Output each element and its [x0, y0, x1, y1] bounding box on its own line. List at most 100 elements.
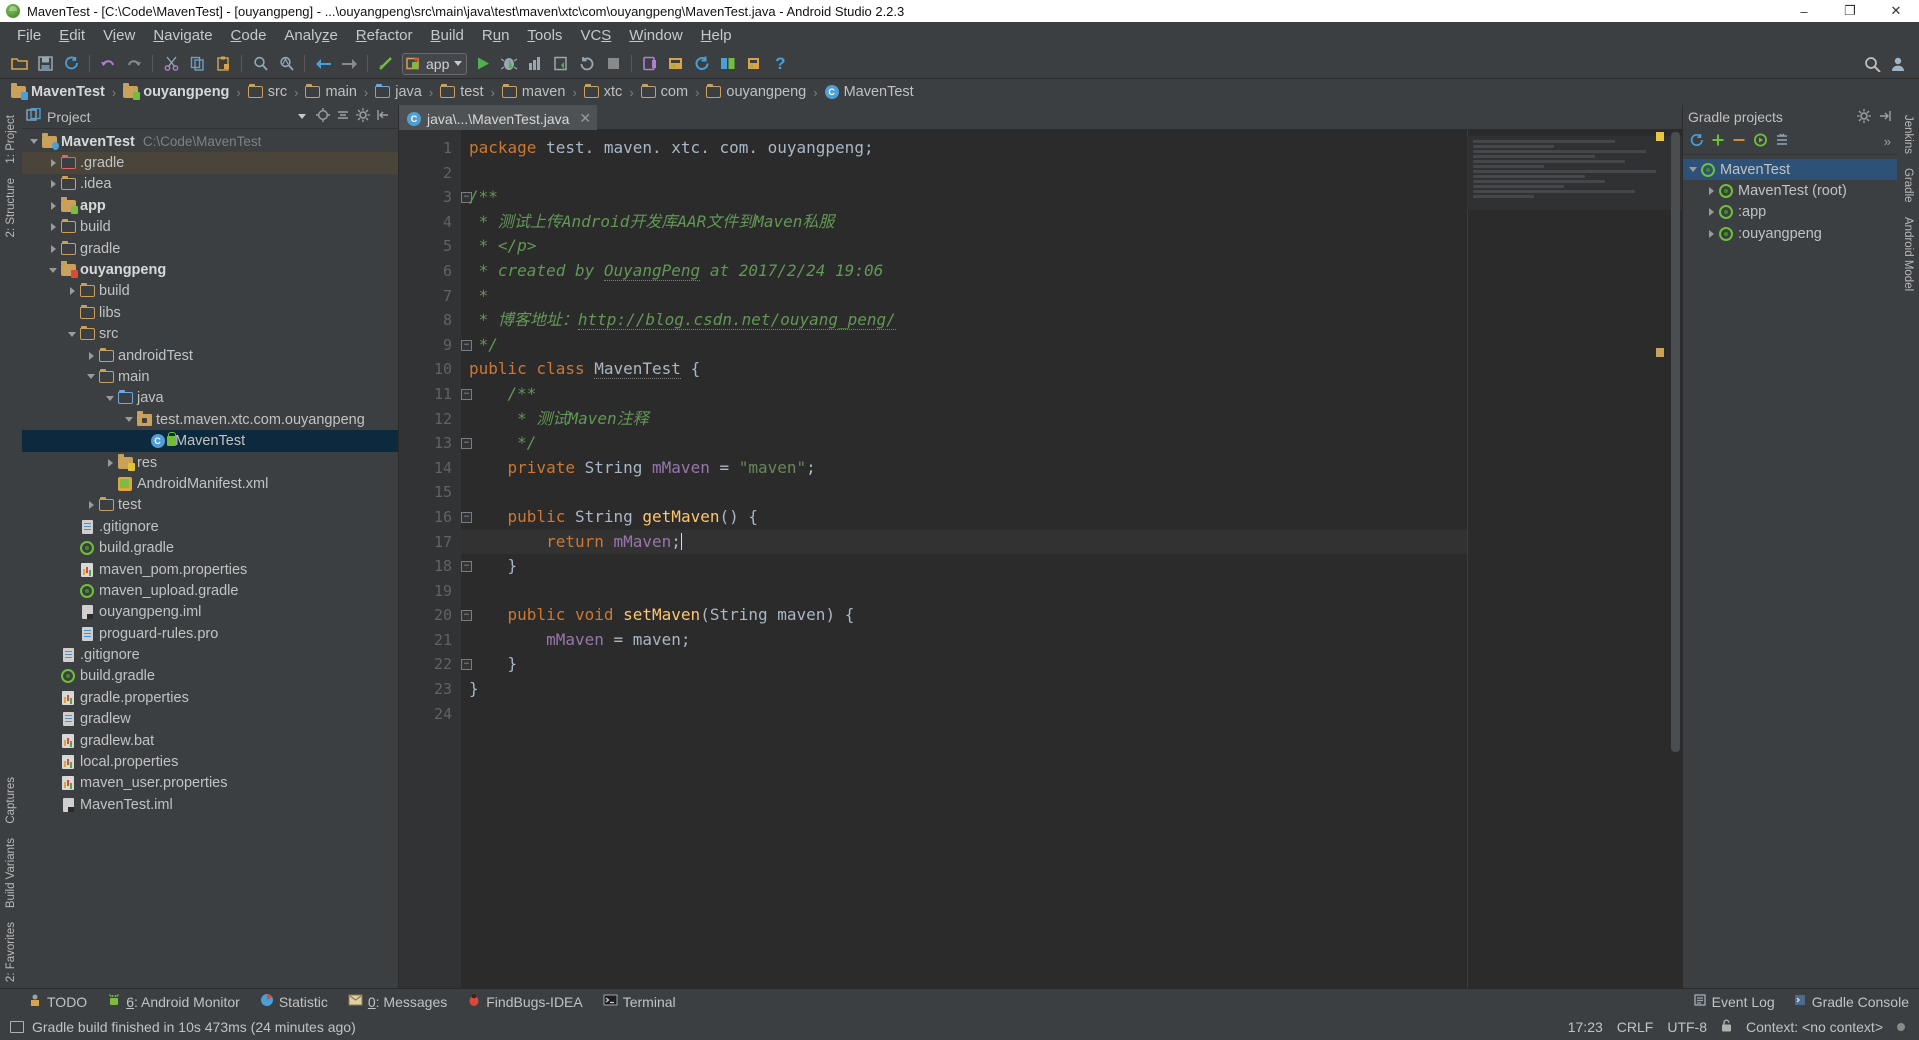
avd-manager-icon[interactable]	[637, 52, 663, 76]
sdk-manager-icon[interactable]	[663, 52, 689, 76]
breadcrumb-item-java[interactable]: java	[372, 84, 425, 100]
tool-window-messages[interactable]: 0: Messages	[348, 993, 447, 1010]
open-folder-icon[interactable]	[6, 52, 32, 76]
tree-node-maven-user-properties[interactable]: maven_user.properties	[22, 773, 398, 794]
tool-window-findbugs[interactable]: FindBugs-IDEA	[467, 993, 583, 1010]
menu-item-window[interactable]: Window	[620, 24, 691, 47]
menu-item-refactor[interactable]: Refactor	[347, 24, 422, 47]
refresh-icon[interactable]	[1689, 133, 1704, 151]
breadcrumb-item-maventest[interactable]: MavenTest	[8, 83, 108, 100]
menu-item-help[interactable]: Help	[692, 24, 741, 47]
encoding[interactable]: UTF-8	[1667, 1019, 1707, 1035]
line-separator[interactable]: CRLF	[1617, 1019, 1654, 1035]
tool-button-android-model[interactable]: Android Model	[1900, 211, 1916, 297]
gutter-line-number[interactable]: 20−	[399, 603, 472, 628]
unlocked-icon[interactable]	[1721, 1019, 1732, 1035]
gutter-line-number[interactable]: 13−	[399, 431, 472, 456]
tree-node-maventest[interactable]: MavenTest C:\Code\MavenTest	[22, 131, 398, 152]
sync-refresh-icon[interactable]	[58, 52, 84, 76]
gutter-line-number[interactable]: 5	[399, 234, 461, 259]
add-icon[interactable]	[1711, 133, 1725, 151]
tool-button-captures[interactable]: Captures	[3, 771, 19, 830]
tree-node-src[interactable]: src	[22, 324, 398, 345]
more-icon[interactable]: »	[1884, 134, 1891, 149]
expand-toggle-icon[interactable]	[1705, 185, 1717, 197]
undo-icon[interactable]	[95, 52, 121, 76]
settings-gear-icon[interactable]	[356, 107, 370, 126]
breadcrumb-item-maven[interactable]: maven	[499, 84, 569, 100]
gutter-line-number[interactable]: 19	[399, 579, 461, 604]
breadcrumb-item-com[interactable]: com	[638, 84, 691, 100]
expand-toggle-icon[interactable]	[1687, 164, 1699, 176]
expand-toggle-icon[interactable]	[47, 264, 59, 276]
device-file-explorer-icon[interactable]	[741, 52, 767, 76]
collapse-all-icon[interactable]	[336, 108, 350, 126]
gutter-line-number[interactable]: 22−	[399, 652, 472, 677]
gutter-line-number[interactable]: 8	[399, 308, 461, 333]
menu-item-vcs[interactable]: VCS	[571, 24, 620, 47]
caret-position[interactable]: 17:23	[1568, 1019, 1603, 1035]
editor-scrollbar[interactable]	[1671, 130, 1680, 988]
expand-toggle-icon[interactable]	[104, 392, 116, 404]
sync-project-icon[interactable]	[689, 52, 715, 76]
find-icon[interactable]	[247, 52, 273, 76]
tool-window-event-log[interactable]: Event Log	[1693, 993, 1775, 1010]
expand-toggle-icon[interactable]	[47, 200, 59, 212]
tree-node-maventest-iml[interactable]: MavenTest.iml	[22, 794, 398, 815]
breadcrumb-item-src[interactable]: src	[245, 84, 290, 100]
tree-node-res[interactable]: res	[22, 452, 398, 473]
gradle-node--ouyangpeng[interactable]: :ouyangpeng	[1683, 223, 1897, 244]
tree-node-proguard-rules-pro[interactable]: proguard-rules.pro	[22, 623, 398, 644]
expand-toggle-icon[interactable]	[85, 499, 97, 511]
expand-toggle-icon[interactable]	[47, 157, 59, 169]
remove-icon[interactable]	[1732, 133, 1746, 151]
hide-panel-icon[interactable]	[376, 108, 390, 126]
gutter-line-number[interactable]: 2	[399, 161, 461, 186]
paste-icon[interactable]	[210, 52, 236, 76]
tool-button-gradle[interactable]: Gradle	[1900, 162, 1916, 209]
tree-node-gradlew[interactable]: gradlew	[22, 709, 398, 730]
editor-tab-maventest[interactable]: C java\...\MavenTest.java ✕	[399, 105, 598, 130]
editor-gutter[interactable]: 1 2 3−4 5 6 7 8 9−10 11−12 13−14 15 16−17 18−19 20−21…	[399, 130, 472, 988]
expand-toggle-icon[interactable]	[66, 328, 78, 340]
menu-item-build[interactable]: Build	[422, 24, 473, 47]
gradle-node-maventest-root-[interactable]: MavenTest (root)	[1683, 180, 1897, 201]
tree-node-ouyangpeng-iml[interactable]: ouyangpeng.iml	[22, 602, 398, 623]
gutter-line-number[interactable]: 3−	[399, 185, 472, 210]
tree-node-libs[interactable]: libs	[22, 302, 398, 323]
gradle-node-maventest[interactable]: MavenTest	[1683, 159, 1897, 181]
tree-node-ouyangpeng[interactable]: ouyangpeng	[22, 259, 398, 280]
expand-toggle-icon[interactable]	[104, 457, 116, 469]
tree-node-maven-pom-properties[interactable]: maven_pom.properties	[22, 559, 398, 580]
tool-button-structure[interactable]: 2: Structure	[3, 172, 19, 243]
layout-inspector-icon[interactable]	[715, 52, 741, 76]
gutter-line-number[interactable]: 6	[399, 259, 461, 284]
tree-node-gradle-properties[interactable]: gradle.properties	[22, 687, 398, 708]
run-task-icon[interactable]	[1753, 133, 1768, 151]
copy-icon[interactable]	[184, 52, 210, 76]
attach-debugger-icon[interactable]	[548, 52, 574, 76]
expand-toggle-icon[interactable]	[47, 243, 59, 255]
expand-toggle-icon[interactable]	[28, 136, 40, 148]
tool-window-terminal[interactable]: Terminal	[603, 993, 676, 1010]
tree-node-build-gradle[interactable]: build.gradle	[22, 666, 398, 687]
tree-node-maventest[interactable]: C MavenTest	[22, 430, 398, 452]
tree-node-gradle[interactable]: gradle	[22, 238, 398, 259]
jump-to-source-icon[interactable]	[373, 52, 399, 76]
stop-icon[interactable]	[600, 52, 626, 76]
gutter-line-number[interactable]: 4	[399, 210, 461, 235]
tree-node-java[interactable]: java	[22, 388, 398, 409]
hide-panel-icon[interactable]	[1878, 109, 1892, 126]
tree-node-gradlew-bat[interactable]: gradlew.bat	[22, 730, 398, 751]
help-icon[interactable]: ?	[767, 52, 793, 76]
tool-button-build-variants[interactable]: Build Variants	[3, 832, 19, 914]
forward-icon[interactable]	[336, 52, 362, 76]
gutter-line-number[interactable]: 7	[399, 284, 461, 309]
project-view-selector[interactable]: Project	[26, 107, 316, 126]
gutter-line-number[interactable]: 14	[399, 456, 461, 481]
replace-icon[interactable]	[273, 52, 299, 76]
tool-window-gradle-console[interactable]: Gradle Console	[1793, 993, 1909, 1010]
search-everywhere-icon[interactable]	[1859, 52, 1885, 76]
debug-icon[interactable]	[496, 52, 522, 76]
chevron-down-icon[interactable]	[454, 61, 463, 66]
